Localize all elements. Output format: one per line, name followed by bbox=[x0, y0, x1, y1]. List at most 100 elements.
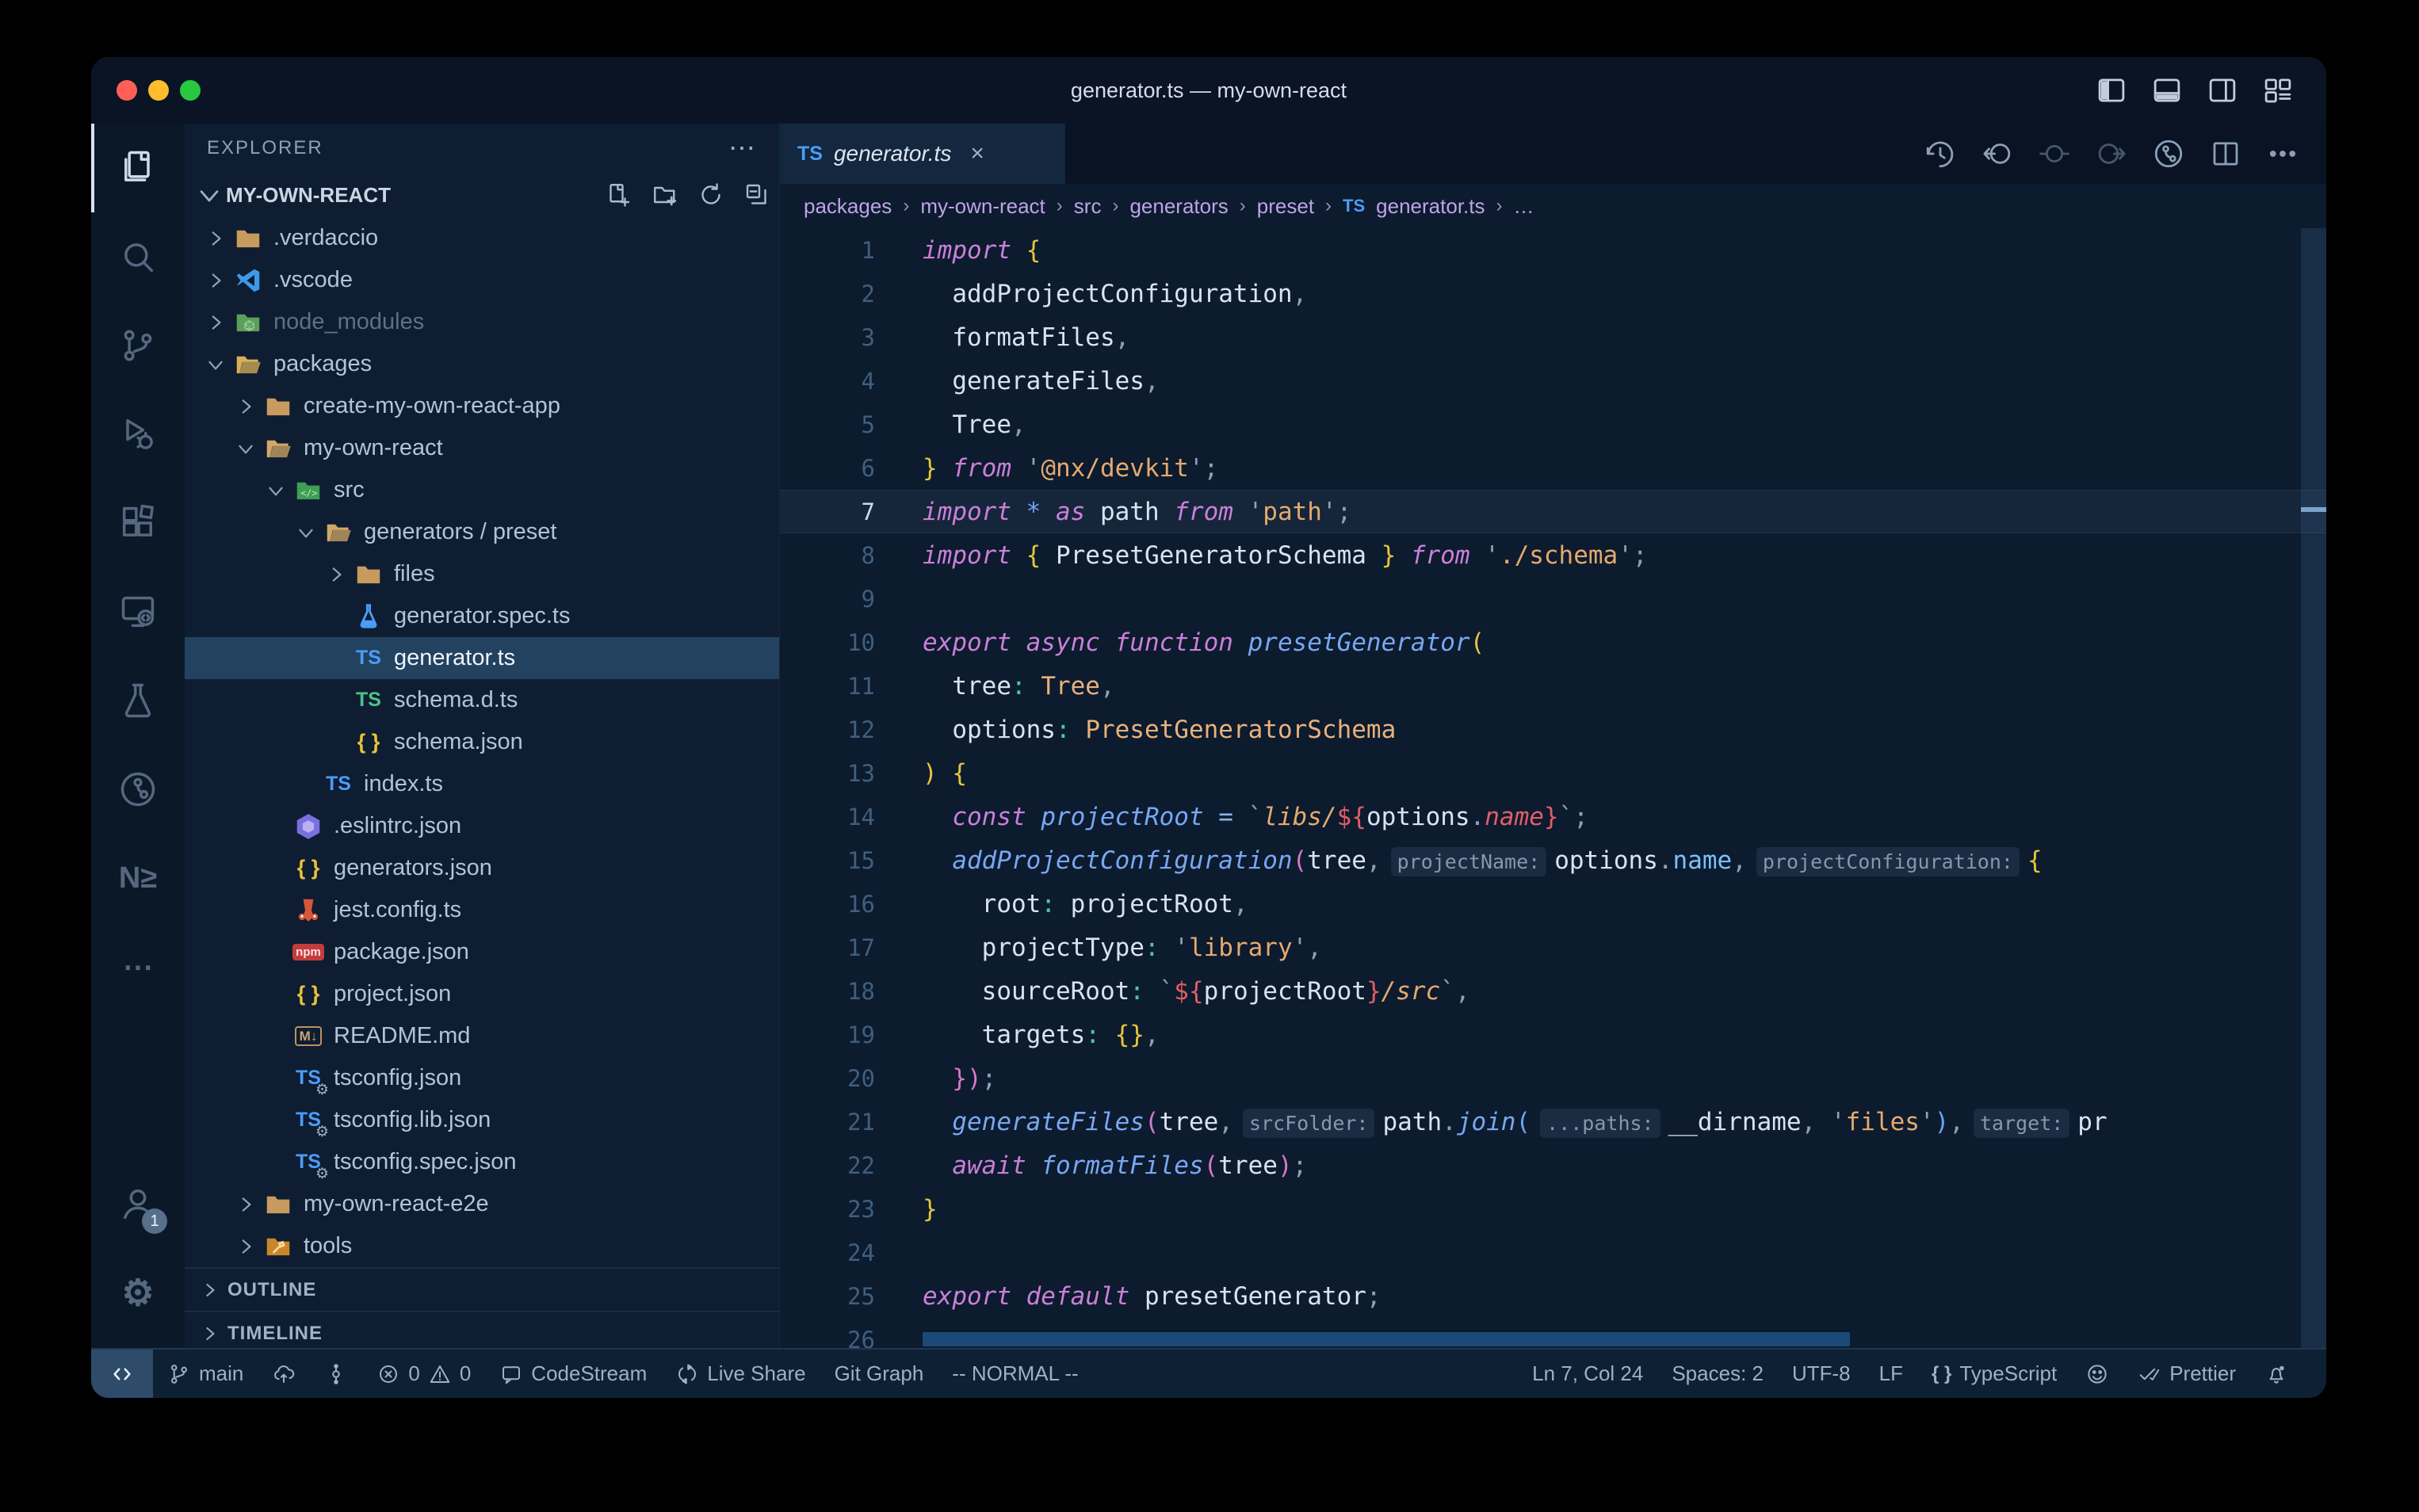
tab-generator-ts[interactable]: TS generator.ts × bbox=[780, 124, 1065, 184]
tree-item-label: .verdaccio bbox=[273, 225, 378, 251]
history-icon[interactable] bbox=[1924, 137, 1957, 170]
activity-files[interactable] bbox=[91, 124, 185, 212]
code-text: import { bbox=[875, 236, 1041, 265]
vertical-scrollbar[interactable] bbox=[2301, 228, 2326, 1348]
project-root-row[interactable]: MY-OWN-REACT bbox=[185, 173, 779, 217]
status-ln-7-col-24[interactable]: Ln 7, Col 24 bbox=[1518, 1350, 1657, 1398]
explorer-more-icon[interactable]: ⋯ bbox=[728, 132, 757, 164]
tree-item-index.ts[interactable]: TSindex.ts bbox=[185, 763, 779, 805]
activity-gitlens[interactable] bbox=[91, 745, 185, 834]
status-bell-dot[interactable] bbox=[2250, 1350, 2302, 1398]
tree-item-schema.d.ts[interactable]: TSschema.d.ts bbox=[185, 679, 779, 721]
code-text: import { PresetGeneratorSchema } from '.… bbox=[875, 541, 1648, 570]
status-spaces-2[interactable]: Spaces: 2 bbox=[1657, 1350, 1778, 1398]
activity-nx-console[interactable]: N≥ bbox=[91, 834, 185, 922]
collapse-all-icon[interactable] bbox=[743, 181, 771, 209]
new-file-icon[interactable] bbox=[605, 181, 633, 209]
tree-item-tsconfig.spec.json[interactable]: TS⚙tsconfig.spec.json bbox=[185, 1141, 779, 1183]
activity-settings-gear[interactable]: ⚙ bbox=[91, 1248, 185, 1337]
status-prettier[interactable]: Prettier bbox=[2123, 1350, 2250, 1398]
layout-grid-icon[interactable] bbox=[2261, 73, 2295, 108]
source-control-circle-icon[interactable] bbox=[2152, 137, 2185, 170]
split-editor-icon[interactable] bbox=[2209, 137, 2242, 170]
tree-item-generators.json[interactable]: { }generators.json bbox=[185, 847, 779, 889]
tree-item-.vscode[interactable]: .vscode bbox=[185, 259, 779, 301]
tree-item-my-own-react-e2e[interactable]: my-own-react-e2e bbox=[185, 1183, 779, 1225]
tree-item-packages[interactable]: packages bbox=[185, 343, 779, 385]
close-window-button[interactable] bbox=[117, 80, 137, 101]
tree-item-src[interactable]: </>src bbox=[185, 469, 779, 511]
activity-search[interactable] bbox=[91, 212, 185, 301]
status-lf[interactable]: LF bbox=[1865, 1350, 1917, 1398]
tree-item-node-modules[interactable]: JSnode_modules bbox=[185, 301, 779, 343]
activity-account[interactable]: 1 bbox=[91, 1159, 185, 1248]
horizontal-scrollbar[interactable] bbox=[923, 1332, 1850, 1346]
activity-testing-beaker[interactable] bbox=[91, 656, 185, 745]
tree-item-generators-preset[interactable]: generators / preset bbox=[185, 511, 779, 553]
status-smiley[interactable] bbox=[2071, 1350, 2123, 1398]
code-text: }); bbox=[875, 1064, 996, 1093]
status-typescript[interactable]: { }TypeScript bbox=[1917, 1350, 2071, 1398]
tree-item-tsconfig.lib.json[interactable]: TS⚙tsconfig.lib.json bbox=[185, 1099, 779, 1141]
code-text: ) { bbox=[875, 759, 967, 788]
zoom-window-button[interactable] bbox=[180, 80, 201, 101]
tree-item-files[interactable]: files bbox=[185, 553, 779, 595]
chevron-right-icon bbox=[201, 311, 231, 334]
breadcrumb-item[interactable]: generators bbox=[1129, 194, 1228, 219]
tree-item-tsconfig.json[interactable]: TS⚙tsconfig.json bbox=[185, 1057, 779, 1099]
layout-panel-bottom-icon[interactable] bbox=[2150, 73, 2184, 108]
status-normal[interactable]: -- NORMAL -- bbox=[938, 1350, 1092, 1398]
breadcrumb-item[interactable]: packages bbox=[804, 194, 892, 219]
status-cloud-upload[interactable] bbox=[258, 1350, 310, 1398]
activity-run-debug[interactable] bbox=[91, 390, 185, 479]
tree-item-.verdaccio[interactable]: .verdaccio bbox=[185, 217, 779, 259]
nav-forward-icon[interactable] bbox=[2095, 137, 2128, 170]
status-label: 0 bbox=[460, 1361, 471, 1386]
outline-section[interactable]: OUTLINE bbox=[185, 1267, 779, 1311]
status-live-share[interactable]: Live Share bbox=[661, 1350, 820, 1398]
tree-item-create-my-own-react-app[interactable]: create-my-own-react-app bbox=[185, 385, 779, 427]
layout-sidebar-left-icon[interactable] bbox=[2095, 73, 2128, 108]
close-tab-icon[interactable]: × bbox=[970, 140, 984, 167]
status-0[interactable]: 00 bbox=[362, 1350, 485, 1398]
activity-source-control[interactable] bbox=[91, 301, 185, 390]
breadcrumb-file[interactable]: generator.ts bbox=[1376, 194, 1485, 219]
tree-item-my-own-react[interactable]: my-own-react bbox=[185, 427, 779, 469]
status-commit-graph[interactable] bbox=[310, 1350, 362, 1398]
activity-extensions[interactable] bbox=[91, 479, 185, 567]
folder-icon bbox=[261, 1189, 296, 1220]
activity-more-views[interactable]: ⋯ bbox=[91, 922, 185, 1011]
tree-item-jest.config.ts[interactable]: jest.config.ts bbox=[185, 889, 779, 931]
breadcrumb-ellipsis[interactable]: … bbox=[1513, 194, 1534, 219]
more-horizontal-icon[interactable] bbox=[2266, 137, 2299, 170]
breadcrumb-item[interactable]: my-own-react bbox=[920, 194, 1045, 219]
tree-item-generator.spec.ts[interactable]: generator.spec.ts bbox=[185, 595, 779, 637]
status-codestream[interactable]: CodeStream bbox=[485, 1350, 661, 1398]
nav-dot-icon[interactable] bbox=[2038, 137, 2071, 170]
tree-item-tools[interactable]: tools bbox=[185, 1225, 779, 1267]
folder-icon bbox=[231, 223, 266, 254]
tree-item-.eslintrc.json[interactable]: .eslintrc.json bbox=[185, 805, 779, 847]
tree-item-readme.md[interactable]: M↓README.md bbox=[185, 1015, 779, 1057]
code-editor[interactable]: 1import {2 addProjectConfiguration,3 for… bbox=[780, 228, 2326, 1348]
breadcrumb-item[interactable]: src bbox=[1074, 194, 1102, 219]
tree-item-label: schema.d.ts bbox=[394, 687, 518, 713]
tree-item-label: files bbox=[394, 561, 435, 587]
status-git-graph[interactable]: Git Graph bbox=[820, 1350, 938, 1398]
tree-item-schema.json[interactable]: { }schema.json bbox=[185, 721, 779, 763]
layout-sidebar-right-icon[interactable] bbox=[2206, 73, 2239, 108]
status-utf-8[interactable]: UTF-8 bbox=[1778, 1350, 1865, 1398]
activity-remote-explorer[interactable] bbox=[91, 567, 185, 656]
tree-item-package.json[interactable]: npmpackage.json bbox=[185, 931, 779, 973]
status-main[interactable]: main bbox=[153, 1350, 258, 1398]
breadcrumb-separator: › bbox=[903, 195, 909, 217]
tree-item-project.json[interactable]: { }project.json bbox=[185, 973, 779, 1015]
timeline-section[interactable]: TIMELINE bbox=[185, 1311, 779, 1348]
refresh-icon[interactable] bbox=[697, 181, 725, 209]
new-folder-icon[interactable] bbox=[651, 181, 679, 209]
breadcrumb-item[interactable]: preset bbox=[1257, 194, 1314, 219]
status-remote-indicator[interactable] bbox=[91, 1350, 153, 1398]
tree-item-generator.ts[interactable]: TSgenerator.ts bbox=[185, 637, 779, 679]
minimize-window-button[interactable] bbox=[148, 80, 169, 101]
nav-back-icon[interactable] bbox=[1981, 137, 2014, 170]
